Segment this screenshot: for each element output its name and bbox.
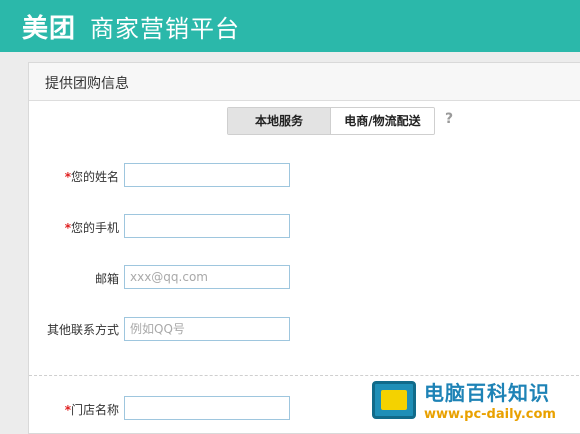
watermark-title: 电脑百科知识 bbox=[424, 381, 550, 405]
watermark-url: www.pc-daily.com bbox=[424, 407, 556, 422]
panel-title: 提供团购信息 bbox=[45, 76, 129, 92]
tab-local-service[interactable]: 本地服务 bbox=[228, 108, 330, 134]
help-icon[interactable]: ? bbox=[445, 111, 453, 127]
store-name-field[interactable] bbox=[124, 396, 290, 420]
phone-field[interactable] bbox=[124, 214, 290, 238]
name-label: *您的姓名 bbox=[64, 170, 119, 184]
top-header-bar: 美团 商家营销平台 bbox=[0, 0, 580, 52]
brand-subtitle: 商家营销平台 bbox=[90, 14, 241, 43]
tab-ecommerce-logistics[interactable]: 电商/物流配送 bbox=[330, 108, 434, 134]
phone-label: *您的手机 bbox=[64, 221, 119, 235]
other-contact-field[interactable] bbox=[124, 317, 290, 341]
store-name-label: *门店名称 bbox=[64, 403, 119, 417]
email-label: 邮箱 bbox=[94, 272, 119, 286]
brand-name: 美团 bbox=[22, 13, 77, 44]
service-type-tabs: 本地服务 电商/物流配送 bbox=[227, 107, 435, 135]
panel-header: 提供团购信息 bbox=[29, 63, 580, 101]
watermark: 电脑百科知识 www.pc-daily.com bbox=[372, 372, 580, 427]
name-field[interactable] bbox=[124, 163, 290, 187]
other-contact-label: 其他联系方式 bbox=[46, 323, 119, 337]
monitor-icon bbox=[372, 380, 416, 419]
brand-logo[interactable]: 美团 商家营销平台 bbox=[22, 9, 241, 44]
email-field[interactable] bbox=[124, 265, 290, 289]
